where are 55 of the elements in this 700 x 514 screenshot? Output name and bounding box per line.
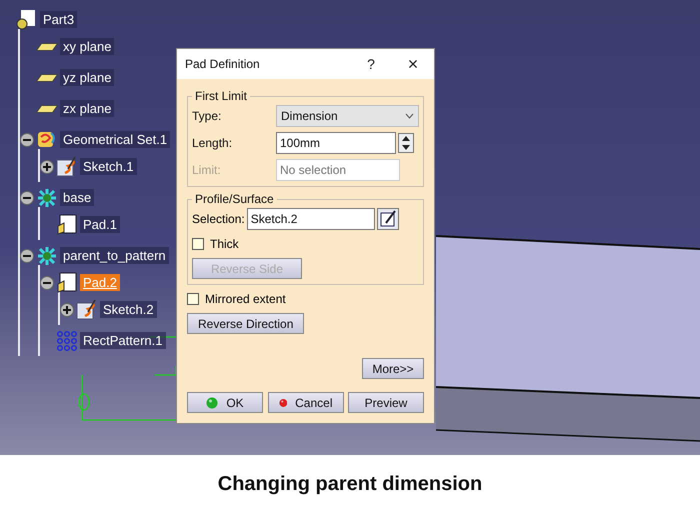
gear-icon — [36, 244, 58, 266]
status-dot-icon — [206, 396, 218, 408]
field-label: Type: — [192, 109, 222, 123]
checkbox-label: Mirrored extent — [205, 292, 286, 306]
plane-icon — [36, 42, 58, 50]
sketch-icon — [56, 156, 78, 178]
ok-button[interactable]: OK — [187, 392, 263, 413]
checkbox[interactable] — [187, 293, 199, 305]
group-title: First Limit — [194, 89, 248, 103]
gear-icon — [36, 186, 58, 208]
dialog-title: Pad Definition — [185, 57, 261, 71]
plane-icon — [36, 104, 58, 112]
more-button[interactable]: More>> — [362, 358, 424, 379]
collapse-icon[interactable] — [20, 248, 34, 262]
tree-item[interactable]: Pad.1 — [80, 216, 120, 233]
tree-item[interactable]: parent_to_pattern — [60, 247, 169, 264]
close-button[interactable]: × — [392, 49, 434, 79]
pad-icon — [56, 272, 78, 294]
length-input[interactable]: 100mm — [276, 132, 396, 154]
group-title: Profile/Surface — [194, 192, 275, 206]
reverse-direction-button[interactable]: Reverse Direction — [187, 313, 304, 334]
type-dropdown[interactable]: Dimension — [276, 105, 419, 127]
tree-item[interactable]: Geometrical Set.1 — [60, 131, 170, 148]
field-label: Length: — [192, 136, 234, 150]
chevron-down-icon — [405, 113, 414, 119]
field-label: Selection: — [192, 212, 245, 226]
sketch-icon — [76, 298, 98, 320]
checkbox[interactable] — [192, 238, 204, 250]
checkbox-label: Thick — [210, 237, 239, 251]
part-icon — [16, 8, 38, 30]
tree-item[interactable]: RectPattern.1 — [80, 332, 166, 349]
collapse-icon[interactable] — [20, 132, 34, 146]
tree-item[interactable]: Part3 — [40, 11, 78, 28]
help-button[interactable]: ? — [350, 49, 392, 79]
tree-item[interactable]: yz plane — [60, 69, 114, 86]
selection-input[interactable]: Sketch.2 — [246, 208, 375, 230]
tree-item[interactable]: Sketch.2 — [100, 301, 157, 318]
tree-item[interactable]: base — [60, 189, 94, 206]
pad-icon — [56, 214, 78, 236]
caption-text: Changing parent dimension — [218, 473, 482, 496]
collapse-icon[interactable] — [20, 190, 34, 204]
dot-grid-icon — [56, 330, 78, 352]
cancel-button[interactable]: Cancel — [268, 392, 344, 413]
spinner-arrows-icon[interactable] — [398, 133, 414, 153]
status-dot-icon — [278, 396, 288, 408]
preview-button[interactable]: Preview — [348, 392, 424, 413]
collapse-icon[interactable] — [40, 276, 54, 290]
expand-icon[interactable] — [40, 160, 54, 174]
expand-icon[interactable] — [60, 302, 74, 316]
sketch-edit-icon[interactable] — [376, 208, 399, 230]
tree-item[interactable]: zx plane — [60, 100, 114, 117]
tree-item[interactable]: Sketch.1 — [80, 158, 137, 175]
field-label: Limit: — [192, 163, 222, 177]
plane-icon — [36, 74, 58, 82]
tree-item[interactable]: xy plane — [60, 38, 114, 55]
